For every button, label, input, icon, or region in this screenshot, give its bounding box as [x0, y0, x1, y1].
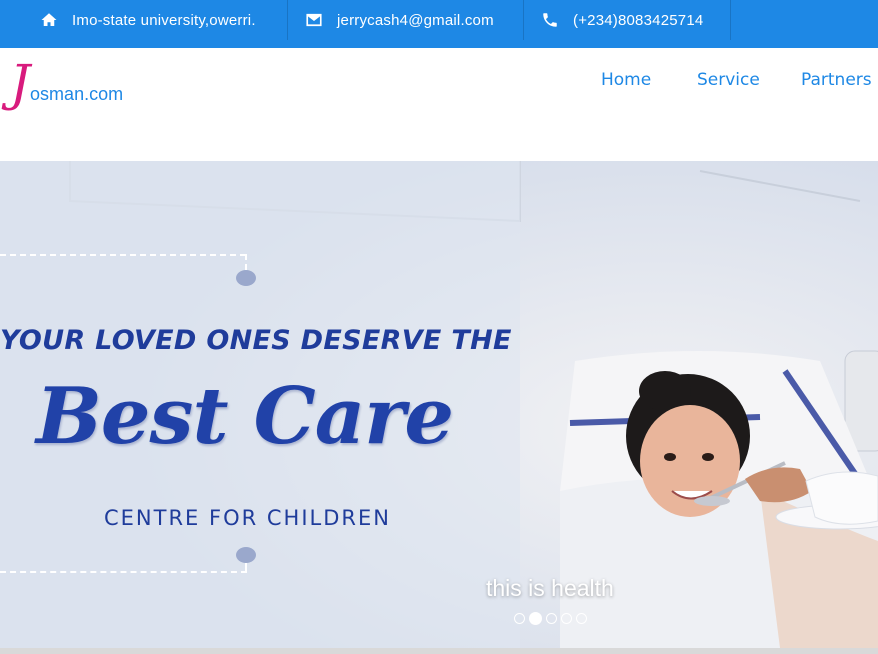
phone-icon	[541, 11, 559, 29]
hero-tagline: YOUR LOVED ONES DESERVE THE	[0, 325, 512, 356]
decorative-dash-top-tick	[245, 254, 247, 270]
site-header: J osman.com Home Service Partners	[0, 48, 878, 161]
logo-text: osman.com	[30, 84, 124, 104]
nav-item-service[interactable]: Service	[697, 70, 760, 90]
nav-link-home[interactable]: Home	[601, 70, 651, 90]
decorative-dash-top	[0, 254, 246, 256]
nav-link-service[interactable]: Service	[697, 70, 760, 90]
logo-initial: J	[10, 54, 31, 112]
email-link[interactable]: jerrycash4@gmail.com	[337, 12, 494, 29]
carousel-indicator-5[interactable]	[576, 613, 587, 624]
address-item: Imo-state university,owerri.	[40, 0, 256, 40]
phone-item[interactable]: (+234)8083425714	[541, 0, 703, 40]
hero-headline: Best Care	[36, 371, 454, 462]
carousel-indicator-4[interactable]	[561, 613, 572, 624]
carousel-indicators	[514, 612, 587, 625]
phone-link[interactable]: (+234)8083425714	[573, 12, 703, 29]
carousel-caption: this is health	[486, 575, 614, 601]
email-item[interactable]: jerrycash4@gmail.com	[305, 0, 494, 40]
decorative-dot-bottom	[236, 547, 256, 563]
divider	[287, 0, 288, 40]
home-icon	[40, 11, 58, 29]
decorative-dot-top	[236, 270, 256, 286]
carousel-indicator-2[interactable]	[529, 612, 542, 625]
hero-carousel[interactable]: YOUR LOVED ONES DESERVE THE Best Care CE…	[0, 161, 878, 648]
carousel-indicator-1[interactable]	[514, 613, 525, 624]
divider	[523, 0, 524, 40]
nav-item-home[interactable]: Home	[601, 70, 651, 90]
contact-bar: Imo-state university,owerri. jerrycash4@…	[0, 0, 878, 48]
hero-bottom-divider	[0, 648, 878, 654]
mail-icon	[305, 11, 323, 29]
address-text: Imo-state university,owerri.	[72, 11, 256, 29]
nav-link-partners[interactable]: Partners	[801, 70, 872, 90]
carousel-indicator-3[interactable]	[546, 613, 557, 624]
divider	[730, 0, 731, 40]
site-logo[interactable]: J osman.com	[10, 48, 123, 108]
decorative-dash-bottom	[0, 571, 247, 573]
nav-item-partners[interactable]: Partners	[801, 70, 872, 90]
hero-subheadline: CENTRE FOR CHILDREN	[104, 506, 391, 530]
